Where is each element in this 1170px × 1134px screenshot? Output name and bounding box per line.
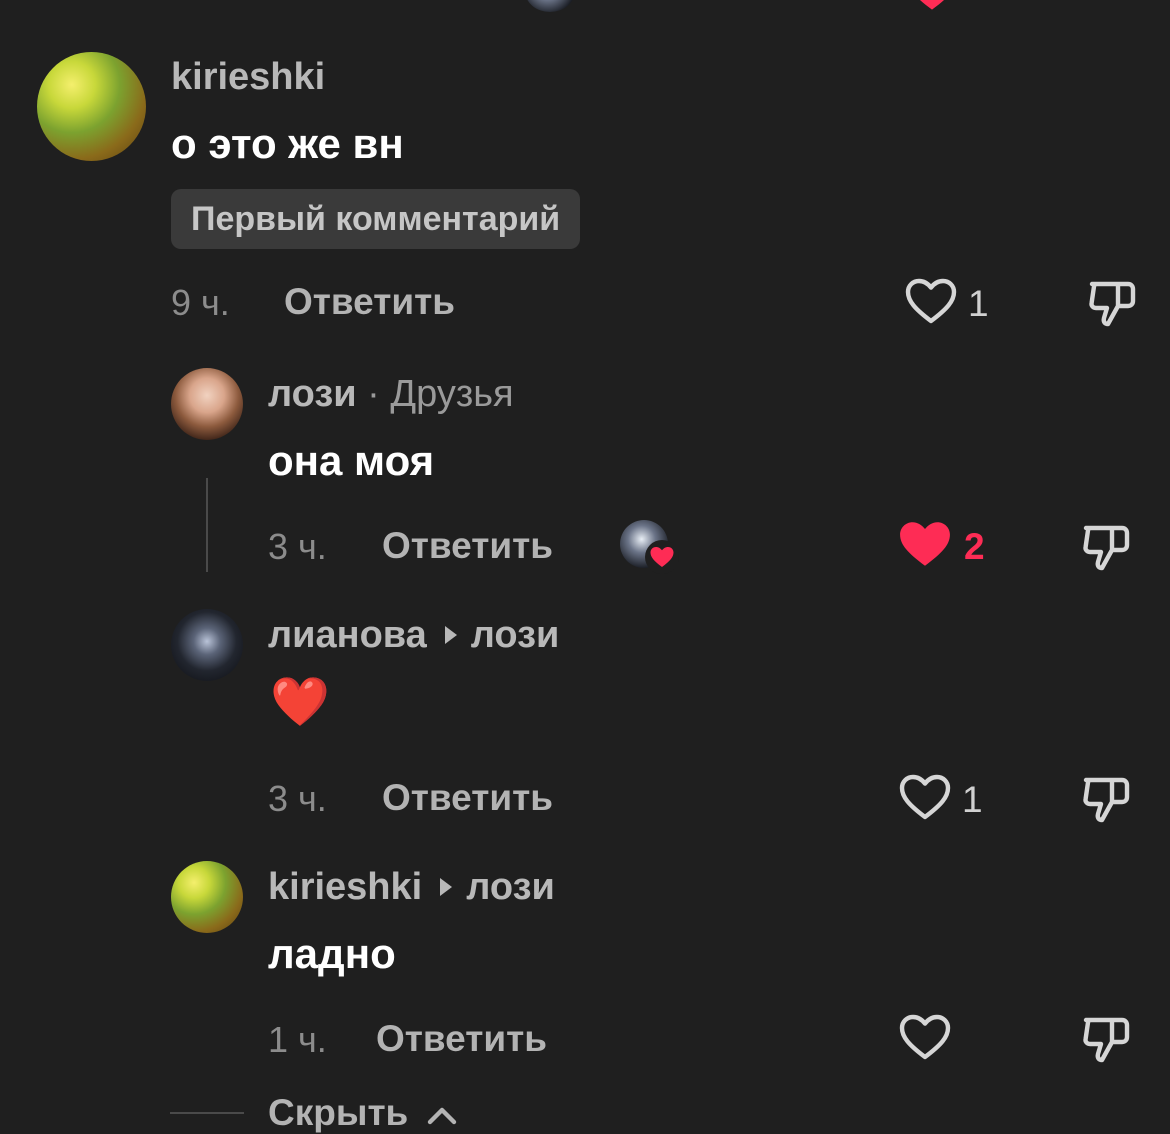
prev-comment-row	[0, 0, 1170, 14]
heart-outline-icon[interactable]	[899, 774, 951, 820]
like-count: 1	[962, 779, 983, 820]
comment-username[interactable]: kirieshki лози	[268, 866, 555, 909]
comment-username[interactable]: kirieshki	[171, 56, 325, 99]
heart-outline-icon[interactable]	[899, 1014, 951, 1060]
avatar[interactable]	[171, 609, 243, 681]
reply-button[interactable]: Ответить	[284, 281, 455, 323]
avatar[interactable]	[171, 368, 243, 440]
comment-username[interactable]: лози · Друзья	[268, 373, 514, 416]
reply-to-arrow-icon	[440, 877, 453, 896]
dislike-icon[interactable]	[1086, 276, 1138, 328]
creator-avatar-partial	[525, 0, 575, 12]
reply-button[interactable]: Ответить	[376, 1018, 547, 1060]
hide-replies-button[interactable]: Скрыть	[268, 1092, 457, 1134]
avatar[interactable]	[171, 861, 243, 933]
dislike-icon[interactable]	[1080, 520, 1132, 572]
dislike-icon[interactable]	[1080, 772, 1132, 824]
dislike-icon[interactable]	[1080, 1012, 1132, 1064]
reply-button[interactable]: Ответить	[382, 777, 553, 819]
comment-text: она моя	[268, 437, 435, 484]
heart-filled-icon[interactable]	[898, 520, 952, 568]
friends-label: · Друзья	[367, 373, 514, 415]
reply-to-username[interactable]: лози	[466, 866, 555, 908]
reply-to-username[interactable]: лози	[471, 614, 560, 656]
thread-line	[206, 478, 208, 572]
like-count: 1	[968, 283, 989, 324]
heart-outline-icon[interactable]	[905, 278, 957, 324]
comment-time: 3 ч.	[268, 778, 327, 819]
reply-to-arrow-icon	[444, 625, 457, 644]
comment-text: о это же вн	[171, 120, 404, 167]
comment-text: ладно	[268, 930, 396, 977]
reply-button[interactable]: Ответить	[382, 525, 553, 567]
creator-heart-icon	[645, 540, 679, 574]
like-count: 2	[964, 526, 985, 567]
avatar[interactable]	[37, 52, 146, 161]
comment-text: ❤️	[270, 676, 330, 729]
comment-time: 1 ч.	[268, 1019, 327, 1060]
first-comment-badge: Первый комментарий	[171, 189, 581, 249]
comment-time: 9 ч.	[171, 282, 230, 323]
username-text[interactable]: лианова	[268, 614, 427, 656]
username-text[interactable]: лози	[268, 373, 357, 415]
hide-replies-label: Скрыть	[268, 1092, 409, 1133]
username-text[interactable]: kirieshki	[268, 866, 422, 908]
heart-filled-icon[interactable]	[910, 0, 954, 10]
hide-replies-divider	[170, 1112, 244, 1114]
comment-time: 3 ч.	[268, 526, 327, 567]
comment-username[interactable]: лианова лози	[268, 614, 559, 657]
chevron-up-icon	[427, 1092, 457, 1134]
